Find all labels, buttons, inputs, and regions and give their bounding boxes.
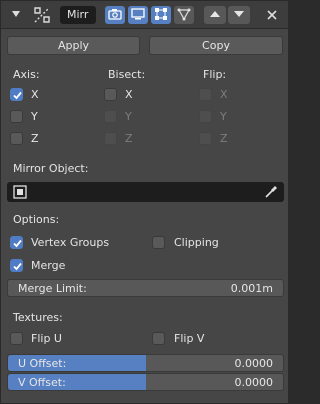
merge-limit-label: Merge Limit: bbox=[18, 282, 87, 295]
v-offset-value: 0.0000 bbox=[234, 376, 274, 389]
axis-x-label: X bbox=[31, 88, 39, 101]
flip-y-label: Y bbox=[220, 110, 227, 123]
vertex-groups-checkbox[interactable] bbox=[10, 236, 23, 249]
axis-y-checkbox[interactable] bbox=[10, 110, 23, 123]
bisect-y-checkbox[interactable] bbox=[104, 110, 117, 123]
viewport-toggle-button[interactable] bbox=[128, 6, 148, 24]
collapse-arrow-icon[interactable] bbox=[10, 8, 22, 20]
copy-button[interactable]: Copy bbox=[149, 36, 283, 55]
merge-label: Merge bbox=[31, 259, 66, 272]
monitor-icon bbox=[131, 7, 145, 23]
eyedropper-icon[interactable] bbox=[264, 185, 278, 199]
flip-heading: Flip: bbox=[203, 68, 227, 81]
triangle-up-icon bbox=[209, 9, 221, 22]
render-toggle-button[interactable] bbox=[105, 6, 125, 24]
modifier-panel: Mirr Apply Copy Axis: Bisect: Flip: X Y … bbox=[0, 0, 289, 404]
flip-y-checkbox[interactable] bbox=[199, 110, 212, 123]
flip-v-label: Flip V bbox=[174, 332, 205, 345]
vertex-groups-label: Vertex Groups bbox=[31, 236, 110, 249]
bisect-x-checkbox[interactable] bbox=[104, 88, 117, 101]
merge-limit-value: 0.001m bbox=[230, 282, 273, 295]
bisect-z-checkbox[interactable] bbox=[104, 132, 117, 145]
edit-mode-vertices-icon bbox=[154, 7, 168, 24]
u-offset-label: U Offset: bbox=[18, 357, 67, 370]
close-icon[interactable] bbox=[266, 9, 278, 21]
mirror-object-field[interactable] bbox=[7, 182, 284, 202]
camera-icon bbox=[108, 8, 122, 23]
move-down-button[interactable] bbox=[228, 6, 250, 24]
flip-x-checkbox[interactable] bbox=[199, 88, 212, 101]
checkmark-icon bbox=[13, 262, 22, 271]
flip-v-checkbox[interactable] bbox=[152, 332, 165, 345]
v-offset-label: V Offset: bbox=[18, 376, 66, 389]
axis-heading: Axis: bbox=[13, 68, 40, 81]
panel-header: Mirr bbox=[1, 1, 288, 29]
bisect-heading: Bisect: bbox=[108, 68, 146, 81]
flip-u-checkbox[interactable] bbox=[10, 332, 23, 345]
apply-button[interactable]: Apply bbox=[7, 36, 140, 55]
options-heading: Options: bbox=[13, 213, 60, 226]
cage-triangle-icon bbox=[177, 7, 191, 24]
clipping-label: Clipping bbox=[174, 236, 219, 249]
clipping-checkbox[interactable] bbox=[152, 236, 165, 249]
flip-z-checkbox[interactable] bbox=[199, 132, 212, 145]
bisect-x-label: X bbox=[125, 88, 133, 101]
u-offset-value: 0.0000 bbox=[234, 357, 274, 370]
u-offset-field[interactable]: U Offset: 0.0000 bbox=[7, 354, 284, 372]
flip-x-label: X bbox=[220, 88, 228, 101]
v-offset-field[interactable]: V Offset: 0.0000 bbox=[7, 373, 284, 391]
merge-checkbox[interactable] bbox=[10, 259, 23, 272]
flip-z-label: Z bbox=[220, 132, 228, 145]
modifier-name-field[interactable]: Mirr bbox=[60, 6, 96, 24]
merge-limit-field[interactable]: Merge Limit: 0.001m bbox=[7, 279, 284, 297]
mirror-modifier-icon bbox=[33, 6, 51, 24]
editmode-toggle-button[interactable] bbox=[151, 6, 171, 24]
checkmark-icon bbox=[13, 239, 22, 248]
axis-z-checkbox[interactable] bbox=[10, 132, 23, 145]
axis-z-label: Z bbox=[31, 132, 39, 145]
bisect-y-label: Y bbox=[125, 110, 132, 123]
move-up-button[interactable] bbox=[204, 6, 226, 24]
bisect-z-label: Z bbox=[125, 132, 133, 145]
flip-u-label: Flip U bbox=[31, 332, 62, 345]
object-cube-icon bbox=[13, 185, 27, 199]
triangle-down-icon bbox=[233, 9, 245, 22]
cage-toggle-button[interactable] bbox=[174, 6, 194, 24]
textures-heading: Textures: bbox=[13, 311, 63, 324]
axis-x-checkbox[interactable] bbox=[10, 88, 23, 101]
mirror-object-label: Mirror Object: bbox=[13, 162, 89, 175]
checkmark-icon bbox=[13, 91, 22, 100]
axis-y-label: Y bbox=[31, 110, 38, 123]
